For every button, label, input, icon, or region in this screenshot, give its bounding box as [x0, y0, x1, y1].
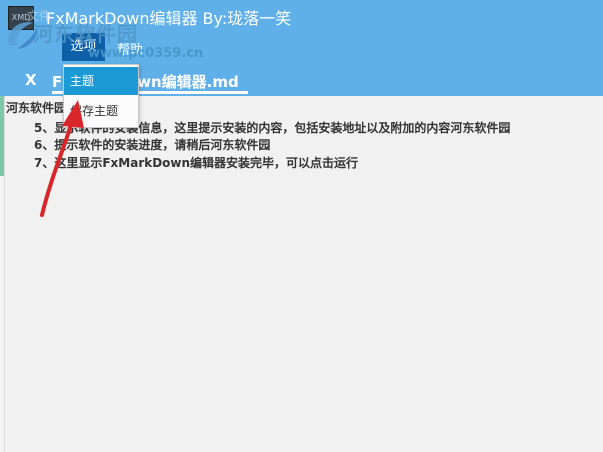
watermark-url: www.pc0359.cn [88, 46, 204, 61]
options-dropdown-menu: 主题 保存主题 [63, 64, 139, 128]
menu-item-save-theme[interactable]: 保存主题 [64, 97, 138, 125]
editor-line: 河东软件园 [6, 101, 67, 115]
menu-item-theme[interactable]: 主题 [64, 67, 138, 95]
tab-close-button[interactable]: X [25, 71, 37, 89]
watermark-text: 河东软件园 [33, 22, 138, 46]
editor-line: 7、这里显示FxMarkDown编辑器安装完毕，可以点击运行 [34, 156, 359, 170]
editor-line: 6、提示软件的安装进度，请稍后河东软件园 [34, 138, 271, 152]
